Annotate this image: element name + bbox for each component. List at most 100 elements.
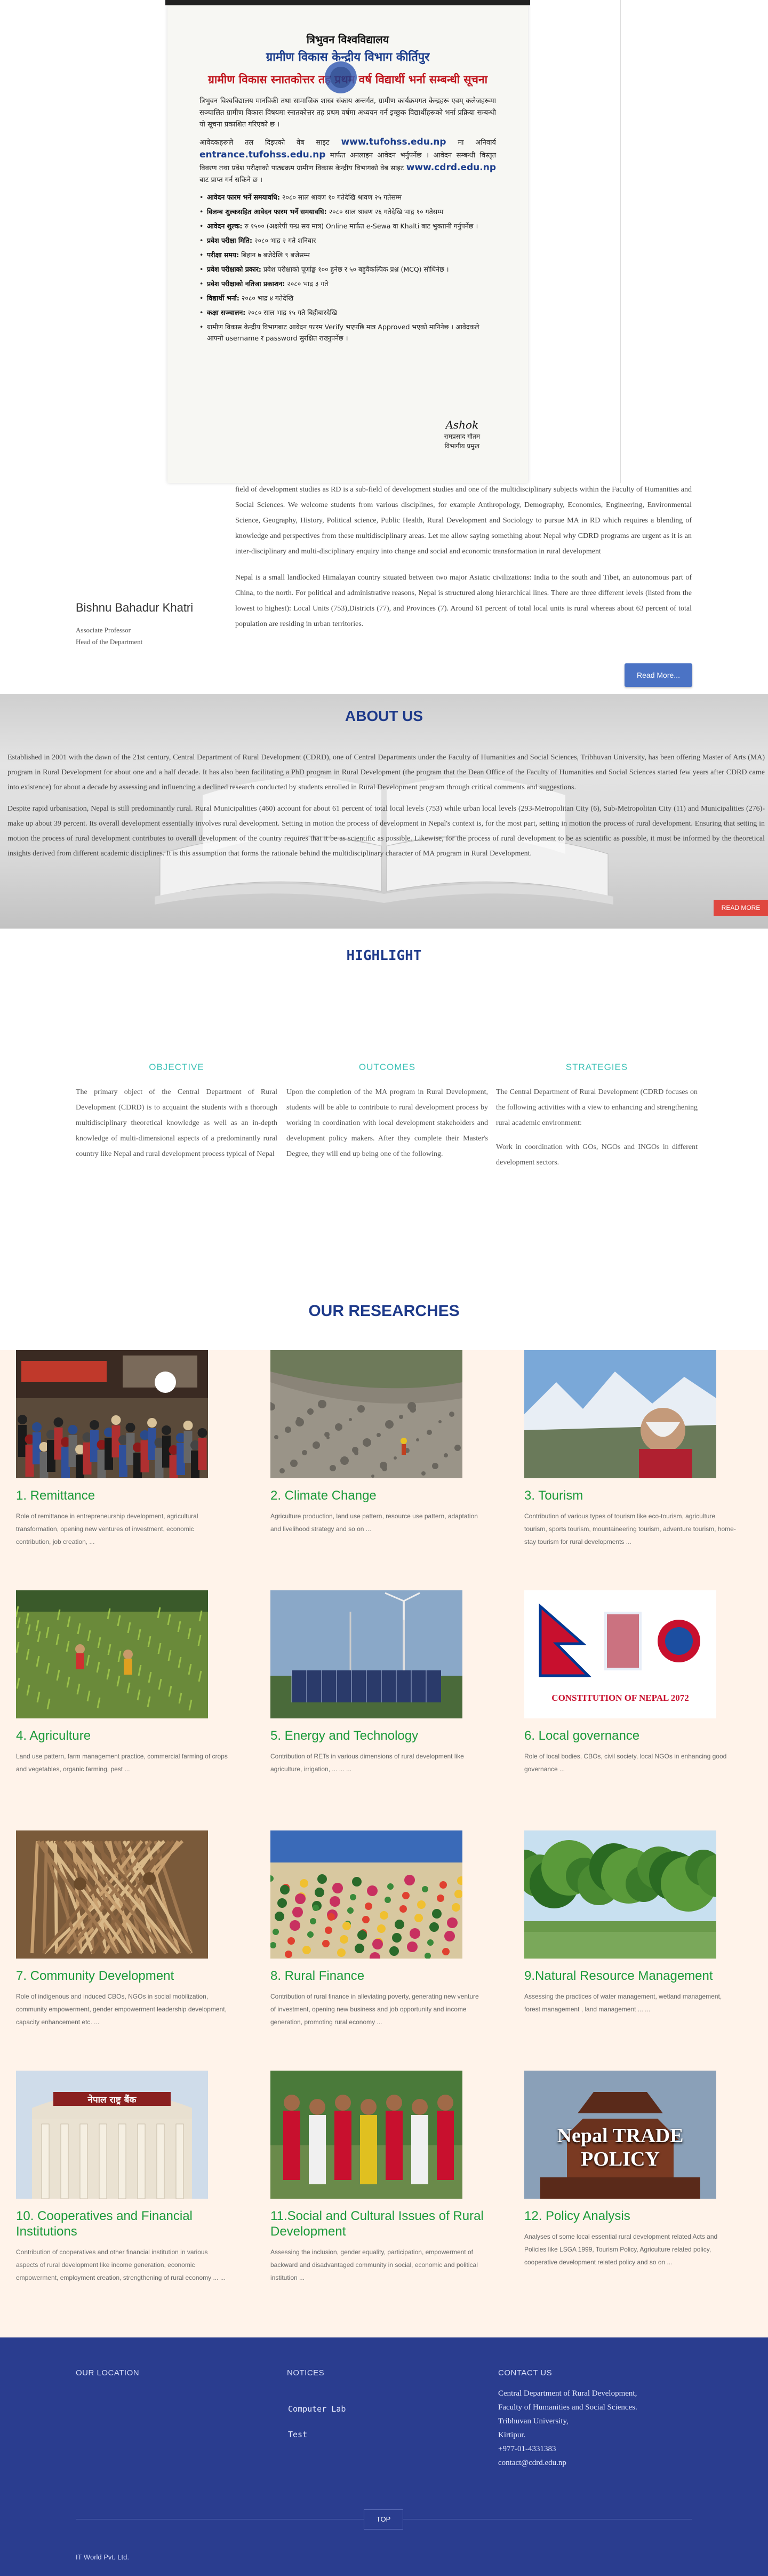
research-image-caption: CONSTITUTION OF NEPAL 2072	[551, 1693, 689, 1703]
research-card[interactable]: 3. Tourism Contribution of various types …	[524, 1350, 738, 1548]
research-card[interactable]: CONSTITUTION OF NEPAL 2072 6. Local gover…	[524, 1590, 738, 1776]
research-card-title[interactable]: 10. Cooperatives and Financial Instituti…	[16, 2208, 229, 2239]
highlight-outcomes-text: Upon the completion of the MA program in…	[286, 1088, 488, 1158]
research-card[interactable]: Nepal TRADE POLICY 12. Policy Analysis Ana…	[524, 2071, 738, 2269]
research-card-title[interactable]: 2. Climate Change	[270, 1488, 484, 1503]
research-image-firewood-photo	[16, 1830, 208, 1959]
notice-item: आवेदन फारम भर्ने समयावधि: २०८० साल श्राव…	[199, 192, 496, 203]
admission-notice-image: त्रिभुवन विश्वविद्यालय ग्रामीण विकास केन…	[167, 5, 528, 483]
research-card[interactable]: नेपाल राष्ट्र बैंक 10. Cooperatives and F…	[16, 2071, 229, 2284]
notice-item: ग्रामीण विकास केन्द्रीय विभागबाट आवेदन फ…	[199, 321, 496, 344]
research-image-solar-photo	[270, 1590, 462, 1718]
about-us-section: ABOUT US Established in 2001 with the da…	[0, 694, 768, 929]
highlight-strategies-text: The Central Department of Rural Developm…	[496, 1088, 698, 1127]
research-image-constitution-photo: CONSTITUTION OF NEPAL 2072	[524, 1590, 716, 1718]
research-card-title[interactable]: 5. Energy and Technology	[270, 1728, 484, 1743]
notice-website-1: www.tufohss.edu.np	[341, 137, 446, 147]
research-card-description: Role of local bodies, CBOs, civil societ…	[524, 1753, 727, 1773]
research-card-title[interactable]: 9.Natural Resource Management	[524, 1968, 738, 1984]
footer: OUR LOCATION NOTICES CONTACT US Computer…	[0, 2337, 768, 2576]
notice-item: आवेदन शुल्क: रु १५०० (अक्षरेपी पन्ध्र सय…	[199, 220, 496, 232]
research-image-crowd-photo	[16, 1350, 208, 1478]
about-read-more-button[interactable]: READ MORE	[714, 900, 768, 916]
research-card-description: Contribution of cooperatives and other f…	[16, 2248, 226, 2281]
notice-item: प्रवेश परीक्षाको प्रकार: प्रवेश परीक्षाक…	[199, 264, 496, 275]
research-image-forest-photo	[524, 1830, 716, 1959]
research-card[interactable]: 9.Natural Resource Management Assessing t…	[524, 1830, 738, 2016]
research-card[interactable]: 2. Climate Change Agriculture production,…	[270, 1350, 484, 1535]
research-card-description: Assessing the practices of water managem…	[524, 1993, 722, 2013]
notice-item: प्रवेश परीक्षा मिति: २०८० भाद्र २ गते शन…	[199, 235, 496, 246]
research-card-title[interactable]: 11.Social and Cultural Issues of Rural D…	[270, 2208, 484, 2239]
research-card[interactable]: 1. Remittance Role of remittance in entre…	[16, 1350, 229, 1548]
research-card-description: Role of indigenous and induced CBOs, NGO…	[16, 1993, 227, 2026]
footer-location-title: OUR LOCATION	[76, 2368, 140, 2377]
notice-university: त्रिभुवन विश्वविद्यालय	[306, 33, 389, 46]
research-card[interactable]: 4. Agriculture Land use pattern, farm man…	[16, 1590, 229, 1776]
footer-notice-link[interactable]: Computer Lab	[288, 2404, 346, 2414]
highlight-objective: OBJECTIVE The primary object of the Cent…	[76, 1062, 277, 1170]
research-image-dance-photo	[270, 2071, 462, 2199]
about-paragraph-2: Despite rapid urbanisation, Nepal is sti…	[7, 805, 765, 858]
notice-signature-block: Ashok रामप्रसाद गौतम विभागीय प्रमुख	[444, 418, 480, 450]
footer-notices-title: NOTICES	[287, 2368, 325, 2377]
research-card-description: Contribution of various types of tourism…	[524, 1512, 736, 1545]
notice-website-2: entrance.tufohss.edu.np	[199, 149, 326, 160]
footer-credit: IT World Pvt. Ltd.	[76, 2553, 129, 2561]
notice-item: प्रवेश परीक्षाको नतिजा प्रकाशन: २०८० भाद…	[199, 278, 496, 289]
notice-item: विद्यार्थी भर्ना: २०८० भाद्र ४ गतेदेखि	[199, 292, 496, 304]
research-grid: 1. Remittance Role of remittance in entre…	[0, 1350, 768, 2337]
research-image-bank-photo: नेपाल राष्ट्र बैंक	[16, 2071, 208, 2199]
research-image-market-photo	[270, 1830, 462, 1959]
highlight-section: HIGHLIGHT OBJECTIVE The primary object o…	[0, 929, 768, 1297]
notice-items: आवेदन फारम भर्ने समयावधि: २०८० साल श्राव…	[199, 192, 496, 344]
head-role-1: Associate Professor	[76, 626, 131, 634]
research-card-description: Role of remittance in entrepreneurship d…	[16, 1512, 198, 1545]
research-card-title[interactable]: 1. Remittance	[16, 1488, 229, 1503]
research-card-description: Contribution of RETs in various dimensio…	[270, 1753, 464, 1773]
research-card-description: Analyses of some local essential rural d…	[524, 2233, 718, 2266]
footer-notice-link[interactable]: Test	[288, 2430, 307, 2439]
research-card-title[interactable]: 4. Agriculture	[16, 1728, 229, 1743]
back-to-top-button[interactable]: TOP	[364, 2509, 403, 2530]
head-of-department-section: त्रिभुवन विश्वविद्यालय ग्रामीण विकास केन…	[0, 0, 768, 694]
notice-topbar	[165, 0, 530, 5]
highlight-outcomes-title: OUTCOMES	[358, 1062, 416, 1072]
research-card-title[interactable]: 12. Policy Analysis	[524, 2208, 738, 2224]
research-card-description: Assessing the inclusion, gender equality…	[270, 2248, 478, 2281]
research-card-title[interactable]: 7. Community Development	[16, 1968, 229, 1984]
highlight-strategies-title: STRATEGIES	[565, 1062, 628, 1072]
notice-paragraph-1: त्रिभुवन विश्वविद्यालय मानविकी तथा सामाज…	[199, 97, 496, 129]
research-card-title[interactable]: 8. Rural Finance	[270, 1968, 484, 1984]
about-paragraph-1: Established in 2001 with the dawn of the…	[7, 754, 765, 791]
head-name: Bishnu Bahadur Khatri	[76, 601, 194, 614]
research-image-caption: Nepal TRADE POLICY	[557, 2125, 684, 2170]
notice-item: परीक्षा समय: बिहान ७ बजेदेखि ९ बजेसम्म	[199, 249, 496, 260]
read-more-button[interactable]: Read More...	[625, 663, 692, 687]
research-image-landslide-photo	[270, 1350, 462, 1478]
research-card-title[interactable]: 3. Tourism	[524, 1488, 738, 1503]
tu-emblem-icon	[322, 59, 359, 96]
highlight-strategies: STRATEGIES The Central Department of Rur…	[496, 1062, 698, 1179]
notice-paragraph-2: आवेदकहरूले तल दिइएको वेब साइट www.tufohs…	[199, 137, 496, 184]
research-title: OUR RESEARCHES	[308, 1302, 460, 1320]
research-image-mountain-photo	[524, 1350, 716, 1478]
notice-item: विलम्ब शुल्कसहित आवेदन फारम भर्ने समयावध…	[199, 206, 496, 217]
research-card-description: Agriculture production, land use pattern…	[270, 1512, 478, 1533]
research-card[interactable]: 5. Energy and Technology Contribution of …	[270, 1590, 484, 1776]
research-card-description: Land use pattern, farm management practi…	[16, 1753, 228, 1773]
footer-email: contact@cdrd.edu.np	[498, 2459, 566, 2467]
research-card[interactable]: 8. Rural Finance Contribution of rural fi…	[270, 1830, 484, 2028]
head-message: field of development studies as RD is a …	[235, 482, 692, 643]
footer-contact-title: CONTACT US	[498, 2368, 553, 2377]
head-message-paragraph-2: Nepal is a small landlocked Himalayan co…	[235, 574, 692, 628]
highlight-objective-title: OBJECTIVE	[149, 1062, 204, 1072]
research-title-area: OUR RESEARCHES	[0, 1297, 768, 1350]
research-card-title[interactable]: 6. Local governance	[524, 1728, 738, 1743]
highlight-title: HIGHLIGHT	[346, 948, 422, 964]
highlight-outcomes: OUTCOMES Upon the completion of the MA p…	[286, 1062, 488, 1170]
highlight-objective-text: The primary object of the Central Depart…	[76, 1088, 277, 1158]
research-card[interactable]: 7. Community Development Role of indigeno…	[16, 1830, 229, 2028]
research-card[interactable]: 11.Social and Cultural Issues of Rural D…	[270, 2071, 484, 2284]
highlight-strategies-text-2: Work in coordination with GOs, NGOs and …	[496, 1143, 698, 1167]
